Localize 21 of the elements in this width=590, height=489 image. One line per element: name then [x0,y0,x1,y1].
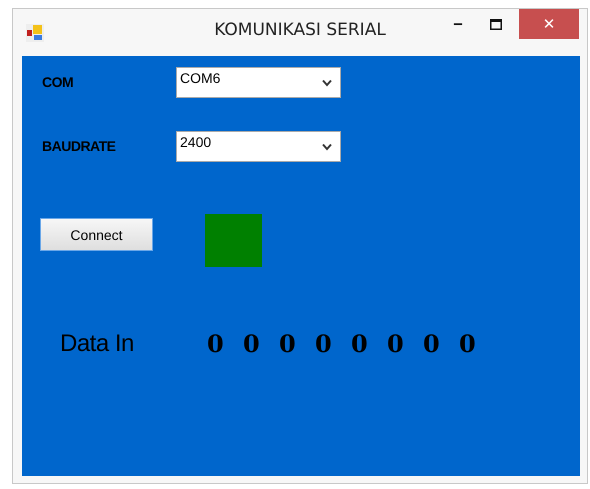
bit-value: 0 [387,329,405,358]
bit-value: 0 [207,329,225,358]
maximize-icon [490,18,502,30]
app-icon [26,24,44,42]
bit-value: 0 [351,329,369,358]
bit-value: 0 [279,329,297,358]
connect-button[interactable]: Connect [40,218,153,251]
bit-value: 0 [243,329,261,358]
data-in-label: Data In [60,330,135,358]
field-label: COM [41,74,74,90]
caret-icon [322,78,332,86]
bit-value: 0 [423,329,441,358]
close-button[interactable]: ✕ [519,9,579,39]
minimize-button[interactable]: ‒ [439,9,477,39]
bit-value: 0 [315,329,333,358]
field-label: BAUDRATE [41,138,117,154]
window-title: KOMUNIKASI SERIAL [214,20,386,40]
bit-value: 0 [459,329,477,358]
caret-icon [322,142,332,150]
dropdown-field[interactable]: 2400 [176,130,341,162]
dropdown-field[interactable]: COM6 [176,66,341,98]
